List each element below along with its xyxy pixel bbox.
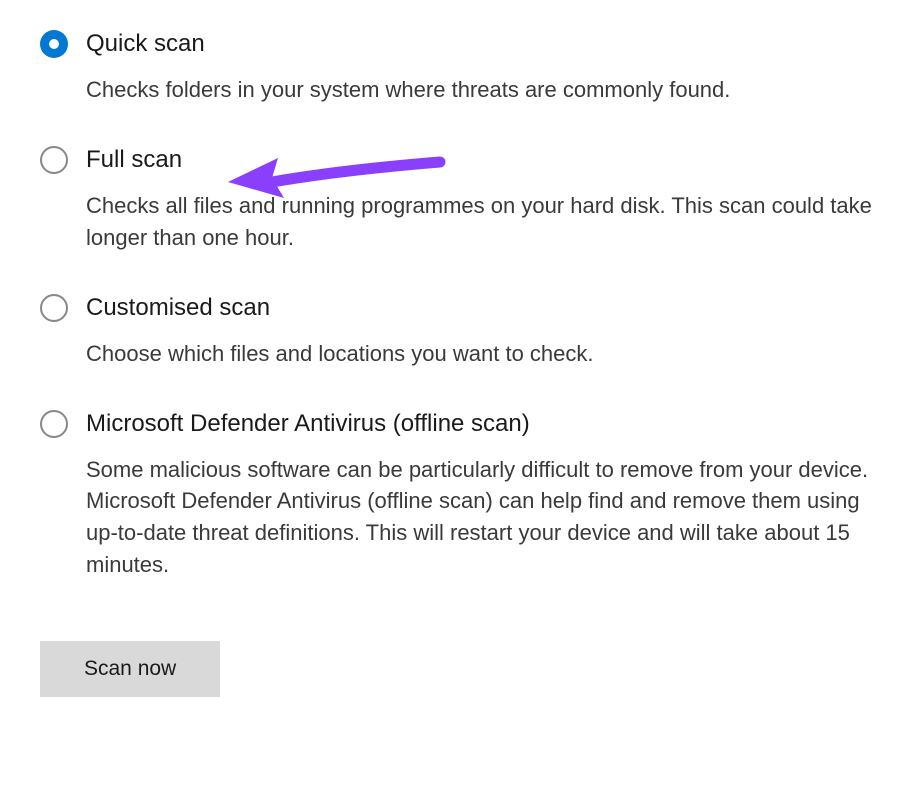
radio-offline-scan[interactable] xyxy=(40,410,68,438)
scan-option-header[interactable]: Microsoft Defender Antivirus (offline sc… xyxy=(40,410,883,438)
scan-option-header[interactable]: Full scan xyxy=(40,146,883,174)
scan-option-offline: Microsoft Defender Antivirus (offline sc… xyxy=(40,410,883,582)
scan-option-label: Quick scan xyxy=(86,30,205,58)
scan-option-quick: Quick scan Checks folders in your system… xyxy=(40,30,883,106)
scan-now-button[interactable]: Scan now xyxy=(40,641,220,697)
scan-option-label: Microsoft Defender Antivirus (offline sc… xyxy=(86,410,530,438)
scan-option-header[interactable]: Customised scan xyxy=(40,294,883,322)
scan-option-header[interactable]: Quick scan xyxy=(40,30,883,58)
radio-custom-scan[interactable] xyxy=(40,294,68,322)
scan-option-label: Full scan xyxy=(86,146,182,174)
scan-option-full: Full scan Checks all files and running p… xyxy=(40,146,883,254)
scan-option-description: Choose which files and locations you wan… xyxy=(86,338,883,370)
radio-full-scan[interactable] xyxy=(40,146,68,174)
scan-option-description: Checks folders in your system where thre… xyxy=(86,74,883,106)
scan-option-custom: Customised scan Choose which files and l… xyxy=(40,294,883,370)
radio-quick-scan[interactable] xyxy=(40,30,68,58)
scan-option-description: Some malicious software can be particula… xyxy=(86,454,883,582)
scan-option-description: Checks all files and running programmes … xyxy=(86,190,883,254)
scan-option-label: Customised scan xyxy=(86,294,270,322)
